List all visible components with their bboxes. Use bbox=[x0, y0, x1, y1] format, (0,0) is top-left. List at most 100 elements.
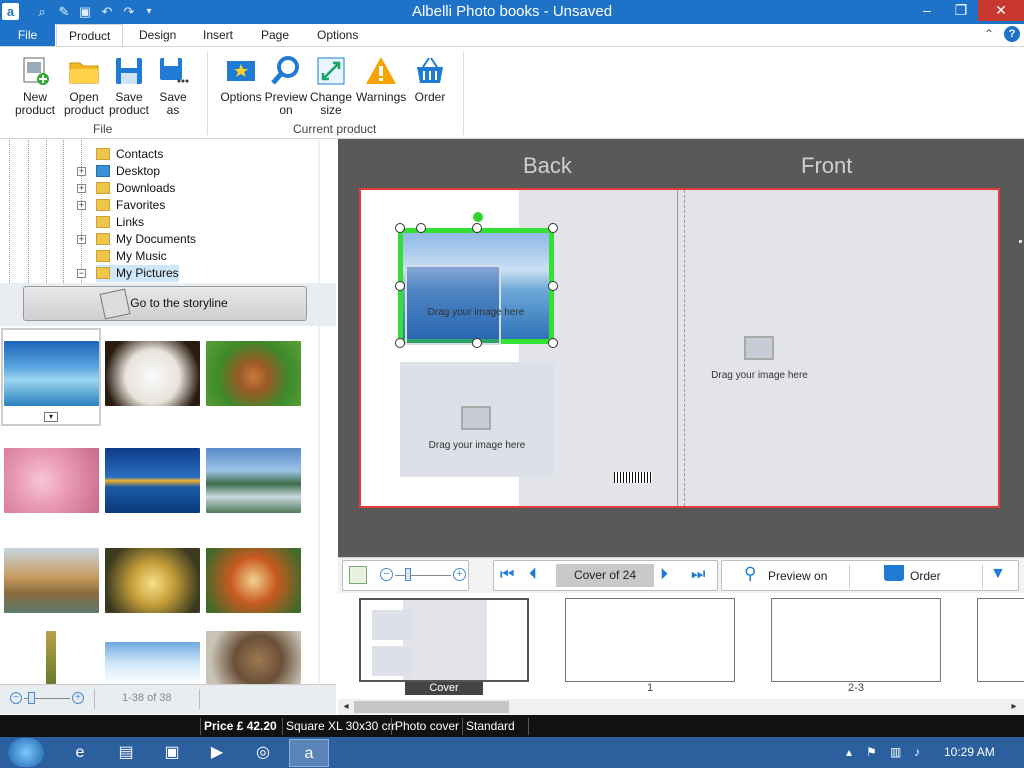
tree-scrollbar[interactable]: ▴ ▾ bbox=[318, 140, 320, 283]
tree-item-favorites[interactable]: Favorites bbox=[96, 197, 165, 214]
photo-blossoms[interactable] bbox=[4, 448, 99, 513]
expand-icon[interactable]: + bbox=[77, 184, 86, 193]
open-product-button[interactable]: Open product bbox=[61, 55, 107, 117]
scroll-right-icon[interactable]: ▸ bbox=[1006, 699, 1022, 715]
gallery-scrollbar[interactable]: ▴ ▾ bbox=[318, 326, 320, 684]
previous-page-icon[interactable]: ⏴ bbox=[529, 566, 537, 584]
volume-icon[interactable]: ♪ bbox=[914, 745, 920, 759]
photo-dolphins[interactable] bbox=[4, 341, 99, 406]
tab-options[interactable]: Options bbox=[305, 24, 370, 46]
cover-spread[interactable]: Drag your image here Drag your image her… bbox=[359, 188, 1000, 508]
zoom-out-icon[interactable]: − bbox=[10, 692, 22, 704]
store-icon[interactable]: ▣ bbox=[152, 739, 192, 767]
photo-iceberg[interactable] bbox=[105, 642, 200, 684]
photo-autumn-tree[interactable] bbox=[206, 548, 301, 613]
order-nav-button[interactable]: Order bbox=[862, 562, 972, 589]
resize-handle[interactable] bbox=[548, 281, 558, 291]
go-to-storyline-button[interactable]: Go to the storyline bbox=[23, 286, 307, 321]
tab-design[interactable]: Design bbox=[127, 24, 188, 46]
change-size-button[interactable]: Change size bbox=[308, 55, 354, 117]
rotate-handle[interactable] bbox=[473, 212, 483, 222]
image-placeholder-front[interactable]: Drag your image here bbox=[685, 190, 998, 506]
fit-page-icon[interactable] bbox=[349, 566, 367, 584]
collapse-ribbon-icon[interactable]: ⌃ bbox=[984, 27, 994, 41]
pages-scrollbar[interactable]: ◂ ▸ bbox=[338, 699, 1024, 715]
zoom-slider-thumb[interactable] bbox=[405, 568, 411, 581]
tab-file[interactable]: File bbox=[0, 24, 55, 46]
scroll-left-icon[interactable]: ◂ bbox=[338, 699, 354, 715]
photo-city-river[interactable] bbox=[4, 548, 99, 613]
internet-explorer-icon[interactable]: e bbox=[60, 739, 100, 767]
photo-river[interactable] bbox=[206, 448, 301, 513]
image-placeholder-back[interactable]: Drag your image here bbox=[400, 362, 554, 477]
preview-on-button[interactable]: ⚲ Preview on bbox=[724, 562, 848, 589]
new-product-button[interactable]: New product bbox=[12, 55, 58, 117]
expand-icon[interactable]: + bbox=[77, 201, 86, 210]
selected-image-frame[interactable]: Drag your image here bbox=[398, 228, 554, 345]
page-thumb-cover[interactable] bbox=[359, 598, 529, 682]
resize-handle[interactable] bbox=[395, 281, 405, 291]
zoom-slider-thumb[interactable] bbox=[28, 692, 35, 704]
resize-handle[interactable] bbox=[472, 338, 482, 348]
tree-item-desktop[interactable]: Desktop bbox=[96, 163, 160, 180]
scroll-thumb[interactable] bbox=[354, 701, 509, 713]
tab-page[interactable]: Page bbox=[249, 24, 301, 46]
first-page-icon[interactable]: ⏮ bbox=[500, 566, 514, 584]
chrome-icon[interactable]: ◎ bbox=[243, 739, 283, 767]
resize-handle[interactable] bbox=[472, 223, 482, 233]
options-button[interactable]: Options bbox=[218, 55, 264, 104]
photo-partial[interactable] bbox=[46, 631, 56, 684]
photo-fox[interactable] bbox=[206, 341, 301, 406]
save-product-button[interactable]: Save product bbox=[106, 55, 152, 117]
help-icon[interactable]: ? bbox=[1004, 26, 1020, 42]
network-icon[interactable]: ▥ bbox=[890, 745, 901, 759]
scroll-up-icon[interactable]: ▴ bbox=[319, 142, 320, 158]
photo-sunset-sea[interactable] bbox=[105, 448, 200, 513]
start-button[interactable] bbox=[8, 738, 44, 767]
zoom-in-icon[interactable]: + bbox=[72, 692, 84, 704]
photo-birds[interactable] bbox=[206, 631, 301, 684]
tree-item-my-music[interactable]: My Music bbox=[96, 248, 167, 265]
tree-item-my-pictures[interactable]: My Pictures bbox=[96, 265, 179, 282]
next-page-icon[interactable]: ⏵ bbox=[660, 566, 668, 584]
warnings-button[interactable]: Warnings bbox=[356, 55, 406, 104]
last-page-icon[interactable]: ⏭ bbox=[691, 566, 705, 584]
page-thumb-1[interactable] bbox=[565, 598, 735, 682]
flag-icon[interactable]: ⚑ bbox=[866, 745, 877, 759]
tree-item-my-documents[interactable]: My Documents bbox=[96, 231, 196, 248]
thumb-menu-icon[interactable]: ▾ bbox=[44, 412, 58, 422]
resize-handle[interactable] bbox=[416, 223, 426, 233]
page-indicator[interactable]: Cover of 24 bbox=[556, 564, 654, 587]
tab-product[interactable]: Product bbox=[56, 24, 124, 47]
preview-button[interactable]: Preview on bbox=[263, 55, 309, 117]
scroll-up-icon[interactable]: ▴ bbox=[319, 328, 320, 344]
page-thumb-next[interactable] bbox=[977, 598, 1024, 682]
resize-handle[interactable] bbox=[395, 338, 405, 348]
tree-item-contacts[interactable]: Contacts bbox=[96, 146, 163, 163]
save-as-button[interactable]: Save as bbox=[150, 55, 196, 117]
zoom-slider[interactable] bbox=[395, 575, 451, 576]
page-thumb-2-3[interactable] bbox=[771, 598, 941, 682]
scroll-down-icon[interactable]: ▾ bbox=[319, 265, 320, 281]
file-explorer-icon[interactable]: ▤ bbox=[106, 739, 146, 767]
tree-item-downloads[interactable]: Downloads bbox=[96, 180, 175, 197]
albelli-taskbar-icon[interactable]: a bbox=[289, 739, 329, 767]
clock[interactable]: 10:29 AM bbox=[944, 745, 995, 759]
tray-expand-icon[interactable]: ▴ bbox=[846, 745, 852, 759]
collapse-icon[interactable]: − bbox=[77, 269, 86, 278]
resize-handle[interactable] bbox=[548, 223, 558, 233]
photo-wave[interactable] bbox=[105, 548, 200, 613]
scroll-down-icon[interactable]: ▾ bbox=[319, 666, 320, 682]
media-player-icon[interactable]: ▶ bbox=[197, 739, 237, 767]
resize-handle[interactable] bbox=[548, 338, 558, 348]
dropdown-icon[interactable]: ▼ bbox=[990, 565, 1006, 583]
expand-icon[interactable]: + bbox=[77, 167, 86, 176]
tab-insert[interactable]: Insert bbox=[191, 24, 245, 46]
tree-item-links[interactable]: Links bbox=[96, 214, 144, 231]
photo-lion[interactable] bbox=[105, 341, 200, 406]
close-button[interactable]: ✕ bbox=[978, 0, 1024, 21]
restore-button[interactable]: ❐ bbox=[944, 0, 978, 21]
expand-icon[interactable]: + bbox=[77, 235, 86, 244]
resize-handle[interactable] bbox=[395, 223, 405, 233]
zoom-out-icon[interactable]: − bbox=[380, 568, 393, 581]
